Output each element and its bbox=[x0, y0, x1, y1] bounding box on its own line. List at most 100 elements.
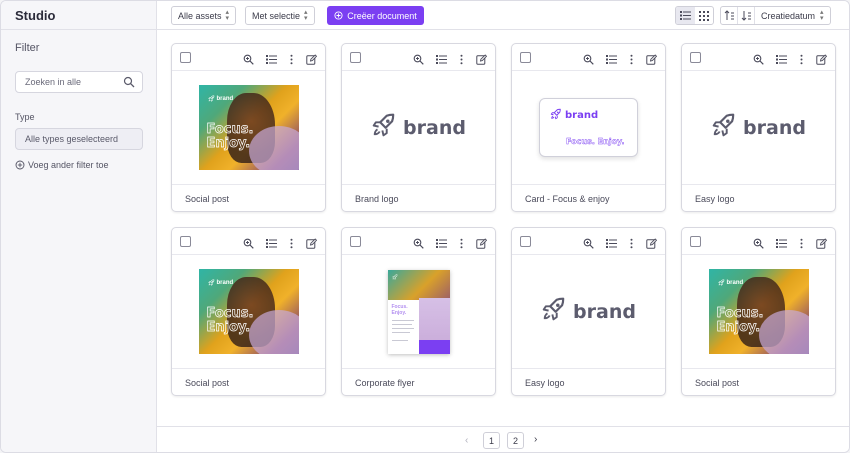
page-button-2[interactable]: 2 bbox=[507, 432, 524, 449]
card-preview[interactable]: brand Focus. Enjoy. bbox=[682, 255, 835, 368]
create-document-button[interactable]: Creëer document bbox=[327, 6, 424, 25]
zoom-in-icon[interactable] bbox=[753, 52, 764, 65]
card-preview[interactable]: brand bbox=[682, 71, 835, 184]
select-checkbox[interactable] bbox=[180, 52, 191, 63]
type-select[interactable]: Alle types geselecteerd bbox=[15, 128, 143, 150]
asset-card[interactable]: brand Focus. Enjoy. Social post bbox=[171, 43, 326, 212]
sort-dropdown[interactable]: Creatiedatum ▴ ▾ bbox=[755, 9, 830, 22]
more-options-icon[interactable] bbox=[796, 52, 807, 65]
chevron-left-icon[interactable]: ‹ bbox=[465, 435, 468, 446]
details-list-icon[interactable] bbox=[266, 236, 277, 248]
more-options-icon[interactable] bbox=[286, 236, 297, 249]
card-caption: Corporate flyer bbox=[342, 368, 495, 395]
more-options-icon[interactable] bbox=[626, 52, 637, 65]
details-list-icon[interactable] bbox=[436, 52, 447, 64]
card-preview[interactable]: brand Focus. Enjoy. bbox=[172, 71, 325, 184]
sort-ascending-icon[interactable] bbox=[721, 7, 738, 24]
more-options-icon[interactable] bbox=[286, 52, 297, 65]
zoom-in-icon[interactable] bbox=[413, 52, 424, 65]
rocket-icon bbox=[711, 112, 743, 143]
brand-logo: brand bbox=[371, 112, 466, 143]
card-tagline: Focus. Enjoy. bbox=[566, 137, 625, 146]
plus-circle-icon bbox=[15, 160, 25, 170]
zoom-in-icon[interactable] bbox=[583, 236, 594, 249]
edit-icon[interactable] bbox=[816, 236, 828, 249]
photo-text-line: Focus. bbox=[206, 122, 254, 137]
chevron-right-icon[interactable]: › bbox=[534, 434, 537, 445]
grid-view-icon[interactable] bbox=[695, 7, 714, 24]
add-filter-label: Voeg ander filter toe bbox=[28, 160, 109, 170]
details-list-icon[interactable] bbox=[266, 52, 277, 64]
edit-icon[interactable] bbox=[816, 52, 828, 65]
details-list-icon[interactable] bbox=[606, 52, 617, 64]
edit-icon[interactable] bbox=[306, 236, 318, 249]
search-input[interactable]: Zoeken in alle bbox=[15, 71, 143, 93]
select-checkbox[interactable] bbox=[690, 236, 701, 247]
card-preview[interactable]: brand bbox=[512, 255, 665, 368]
more-options-icon[interactable] bbox=[456, 236, 467, 249]
edit-icon[interactable] bbox=[306, 52, 318, 65]
brand-word: brand bbox=[216, 279, 234, 286]
asset-card[interactable]: brand Focus. Enjoy. Card - Focus & enjoy bbox=[511, 43, 666, 212]
more-options-icon[interactable] bbox=[796, 236, 807, 249]
list-view-icon[interactable] bbox=[676, 7, 695, 24]
select-checkbox[interactable] bbox=[350, 236, 361, 247]
pagination: ‹ 1 2 › bbox=[157, 426, 849, 452]
card-preview[interactable]: brand bbox=[342, 71, 495, 184]
edit-icon[interactable] bbox=[646, 236, 658, 249]
select-checkbox[interactable] bbox=[690, 52, 701, 63]
brand-word: brand bbox=[216, 95, 234, 102]
asset-grid: brand Focus. Enjoy. Social post brand Brand… bbox=[157, 30, 849, 426]
zoom-in-icon[interactable] bbox=[413, 236, 424, 249]
select-checkbox[interactable] bbox=[520, 236, 531, 247]
filter-title: Filter bbox=[15, 42, 40, 54]
zoom-in-icon[interactable] bbox=[243, 236, 254, 249]
card-toolbar bbox=[512, 228, 665, 255]
card-preview[interactable]: brand Focus. Enjoy. bbox=[172, 255, 325, 368]
brand-word: brand bbox=[726, 279, 744, 286]
asset-card[interactable]: Focus. Enjoy. Corporate flyer bbox=[341, 227, 496, 396]
more-options-icon[interactable] bbox=[456, 52, 467, 65]
search-icon[interactable] bbox=[123, 76, 135, 88]
select-checkbox[interactable] bbox=[350, 52, 361, 63]
page-button-1[interactable]: 1 bbox=[483, 432, 500, 449]
asset-card[interactable]: brand Focus. Enjoy. Social post bbox=[171, 227, 326, 396]
card-caption: Brand logo bbox=[342, 184, 495, 211]
card-toolbar bbox=[342, 44, 495, 71]
updown-chevron-icon: ▴ ▾ bbox=[304, 8, 308, 22]
sort-descending-icon[interactable] bbox=[738, 7, 755, 24]
selection-dropdown[interactable]: Met selectie ▴ ▾ bbox=[245, 6, 315, 25]
edit-icon[interactable] bbox=[646, 52, 658, 65]
rocket-icon bbox=[550, 108, 562, 123]
asset-card[interactable]: brand Easy logo bbox=[681, 43, 836, 212]
sort-control: Creatiedatum ▴ ▾ bbox=[720, 6, 831, 25]
asset-card[interactable]: brand Brand logo bbox=[341, 43, 496, 212]
studio-app: Studio Filter Zoeken in alle Type Alle t… bbox=[0, 0, 850, 453]
card-caption: Social post bbox=[172, 368, 325, 395]
select-checkbox[interactable] bbox=[180, 236, 191, 247]
more-options-icon[interactable] bbox=[626, 236, 637, 249]
details-list-icon[interactable] bbox=[776, 52, 787, 64]
brand-word: brand bbox=[743, 116, 806, 139]
details-list-icon[interactable] bbox=[436, 236, 447, 248]
card-preview[interactable]: Focus. Enjoy. bbox=[342, 255, 495, 368]
edit-icon[interactable] bbox=[476, 236, 488, 249]
select-checkbox[interactable] bbox=[520, 52, 531, 63]
brand-logo: brand bbox=[711, 112, 806, 143]
details-list-icon[interactable] bbox=[606, 236, 617, 248]
assets-dropdown[interactable]: Alle assets ▴ ▾ bbox=[171, 6, 237, 25]
brand-word: brand bbox=[403, 116, 466, 139]
card-toolbar bbox=[342, 228, 495, 255]
asset-card[interactable]: brand Easy logo bbox=[511, 227, 666, 396]
add-filter-button[interactable]: Voeg ander filter toe bbox=[15, 160, 109, 170]
zoom-in-icon[interactable] bbox=[243, 52, 254, 65]
card-caption: Social post bbox=[172, 184, 325, 211]
asset-card[interactable]: brand Focus. Enjoy. Social post bbox=[681, 227, 836, 396]
card-preview[interactable]: brand Focus. Enjoy. bbox=[512, 71, 665, 184]
photo-text-line: Enjoy. bbox=[206, 320, 251, 335]
details-list-icon[interactable] bbox=[776, 236, 787, 248]
zoom-in-icon[interactable] bbox=[583, 52, 594, 65]
zoom-in-icon[interactable] bbox=[753, 236, 764, 249]
edit-icon[interactable] bbox=[476, 52, 488, 65]
brand-logo-small: brand bbox=[207, 279, 234, 286]
